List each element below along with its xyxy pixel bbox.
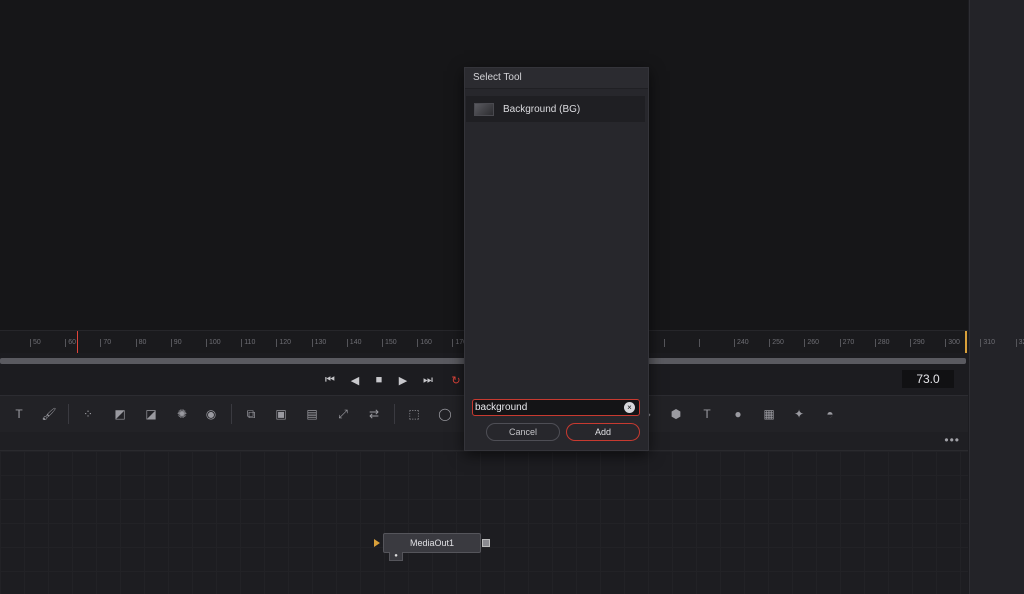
ruler-tick-label: 80 <box>138 339 147 346</box>
renderer3d-icon[interactable]: ▦ <box>760 405 778 423</box>
go-to-end-icon[interactable]: ⏭ <box>419 372 437 388</box>
ruler-tick-label: 120 <box>279 339 292 346</box>
ruler-tick-label: 240 <box>737 339 749 346</box>
ruler-tick <box>311 339 313 347</box>
go-to-start-icon[interactable]: ⏮ <box>321 372 339 388</box>
stop-icon[interactable]: ■ <box>370 372 388 388</box>
select-tool-dialog: Select Tool Background (BG) × Cancel Add <box>464 67 649 451</box>
ruler-tick-label: 320 <box>1018 339 1024 346</box>
ellipse-mask-icon[interactable]: ◯ <box>436 405 454 423</box>
ruler-tick <box>100 339 102 347</box>
tool-item-label: Background (BG) <box>503 103 581 115</box>
ruler-tick <box>945 339 947 347</box>
ruler-tick <box>698 339 700 347</box>
ruler-tick-label: 110 <box>244 339 256 346</box>
ruler-tick-label: 100 <box>209 339 221 346</box>
ruler-tick <box>206 339 207 347</box>
ruler-tick <box>1015 339 1017 347</box>
more-options-icon[interactable]: ••• <box>944 433 960 447</box>
ruler-tick-label: 280 <box>877 339 890 346</box>
ruler-tick <box>276 339 278 347</box>
mediaout-node[interactable]: MediaOut1 <box>383 533 481 553</box>
ruler-tick <box>874 339 876 347</box>
transform-icon[interactable]: ⇄ <box>365 405 383 423</box>
ruler-tick-label: 150 <box>385 339 397 346</box>
ruler-tick-label: 90 <box>173 339 182 346</box>
merge-icon[interactable]: ⧉ <box>242 405 260 423</box>
ruler-tick <box>241 339 243 347</box>
fast-noise-icon[interactable]: ◪ <box>142 405 160 423</box>
tool-search-input[interactable] <box>475 400 615 415</box>
ruler-tick <box>980 339 982 347</box>
rectangle-mask-icon[interactable]: ⬚ <box>405 405 423 423</box>
tool-search-box: × <box>472 399 640 416</box>
node-output-port-icon[interactable] <box>482 539 490 547</box>
background-thumbnail-icon <box>474 102 494 116</box>
paint-brush-icon[interactable]: 🖌 <box>40 405 58 423</box>
ruler-tick-label: 50 <box>33 339 41 346</box>
particles-icon[interactable]: ⁘ <box>79 405 97 423</box>
tool-list: Background (BG) <box>466 96 645 396</box>
ruler-tick-label: 160 <box>420 339 432 346</box>
ruler-tick-label: 70 <box>103 339 112 346</box>
color-corrector-icon[interactable]: ✺ <box>173 405 191 423</box>
toolbar-divider <box>394 404 395 424</box>
ruler-tick-label: 60 <box>68 339 76 346</box>
matte-control-icon[interactable]: ▤ <box>303 405 321 423</box>
light3d-icon[interactable]: ✦ <box>790 405 808 423</box>
ruler-tick <box>346 339 348 347</box>
ruler-tick-label: 290 <box>913 339 925 346</box>
ruler-tick <box>417 339 419 347</box>
resize-icon[interactable]: ⤢ <box>334 405 352 423</box>
play-forward-icon[interactable]: ▶ <box>394 372 412 388</box>
toolbar-divider <box>68 404 69 424</box>
ruler-tick <box>170 339 172 347</box>
node-editor-canvas[interactable] <box>0 451 968 594</box>
ruler-tick <box>734 339 735 347</box>
current-time-field[interactable]: 73.0 <box>902 370 954 388</box>
ruler-tick-label: 270 <box>842 339 855 346</box>
loop-icon[interactable]: ↻ <box>447 372 465 388</box>
clear-search-icon[interactable]: × <box>624 402 635 413</box>
cancel-button[interactable]: Cancel <box>486 423 560 441</box>
render-end-marker[interactable] <box>965 331 967 353</box>
ruler-tick <box>769 339 771 347</box>
ruler-tick-label: 250 <box>772 339 784 346</box>
ruler-tick-label: 260 <box>807 339 820 346</box>
toolbar-divider <box>231 404 232 424</box>
add-button[interactable]: Add <box>566 423 640 441</box>
ruler-tick <box>452 339 454 347</box>
list-item[interactable]: Background (BG) <box>466 96 645 122</box>
text-tool-icon[interactable]: T <box>10 405 28 423</box>
ruler-tick <box>839 339 841 347</box>
ruler-tick-label: 300 <box>948 339 960 346</box>
ruler-tick <box>910 339 911 347</box>
node-mask-port-icon[interactable]: ● <box>389 552 403 561</box>
channel-booleans-icon[interactable]: ▣ <box>272 405 290 423</box>
ruler-tick-label: 310 <box>983 339 996 346</box>
camera3d-icon[interactable]: ● <box>729 405 747 423</box>
text3d-icon[interactable]: T <box>698 405 716 423</box>
ruler-tick <box>663 339 665 347</box>
color-drop-icon[interactable]: ◉ <box>202 405 220 423</box>
imageplane3d-icon[interactable]: ◓ <box>821 405 839 423</box>
play-reverse-icon[interactable]: ◀ <box>346 372 364 388</box>
ruler-tick <box>65 339 67 347</box>
background-tool-icon[interactable]: ◩ <box>111 405 129 423</box>
ruler-tick <box>382 339 383 347</box>
merge3d-icon[interactable]: ⬢ <box>667 405 685 423</box>
ruler-tick <box>804 339 806 347</box>
ruler-tick-label: 140 <box>349 339 362 346</box>
ruler-tick <box>135 339 137 347</box>
ruler-tick-label: 130 <box>314 339 327 346</box>
dialog-title: Select Tool <box>465 68 648 89</box>
playhead-marker[interactable] <box>77 331 78 353</box>
node-input-arrow-icon[interactable] <box>374 539 380 547</box>
ruler-tick <box>30 339 31 347</box>
right-inspector-panel <box>969 0 1024 594</box>
